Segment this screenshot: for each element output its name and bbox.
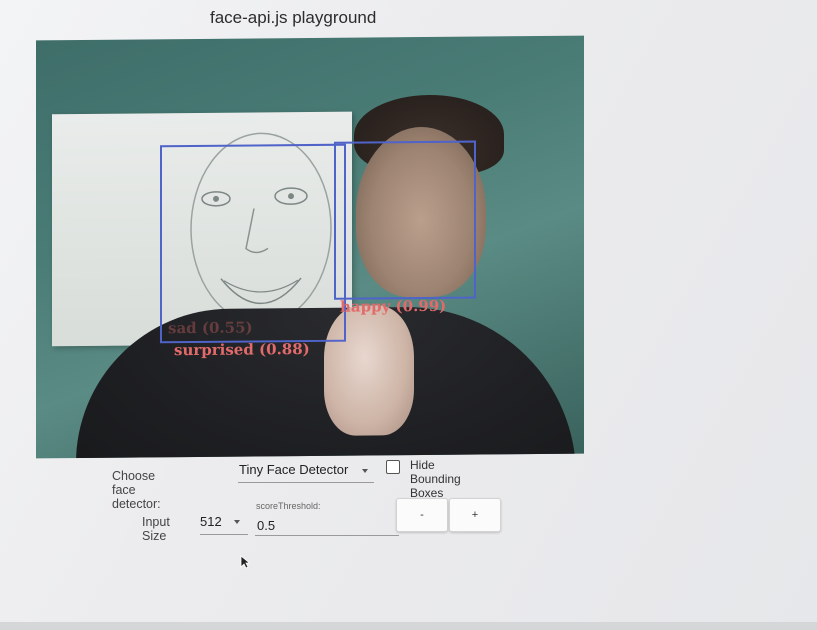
face-bounding-box (334, 140, 476, 300)
bottom-edge (0, 622, 817, 630)
face-detector-value: Tiny Face Detector (239, 462, 349, 477)
decrease-threshold-button[interactable]: - (396, 498, 448, 532)
score-threshold-input[interactable] (255, 515, 399, 536)
chevron-down-icon (234, 520, 240, 524)
expression-label: happy (0.99) (340, 296, 447, 316)
expression-label: sad (0.55) (168, 318, 253, 338)
webcam-video: sad (0.55) surprised (0.88) happy (0.99) (36, 35, 584, 459)
face-detector-label: Choose face detector: (112, 469, 161, 511)
input-size-select[interactable]: 512 (200, 512, 248, 535)
face-detector-select[interactable]: Tiny Face Detector (238, 460, 374, 483)
mouse-cursor-icon (240, 555, 250, 569)
page-title: face-api.js playground (210, 8, 377, 27)
increase-threshold-button[interactable]: + (449, 498, 501, 532)
input-size-value: 512 (200, 514, 222, 529)
hide-bounding-boxes-checkbox[interactable] (386, 460, 400, 474)
face-bounding-box (160, 143, 346, 344)
score-threshold-label: scoreThreshold: (256, 501, 321, 511)
input-size-label: Input Size (142, 515, 170, 543)
hide-bounding-boxes-label: Hide Bounding Boxes (410, 458, 461, 500)
chevron-down-icon (362, 469, 368, 473)
expression-label: surprised (0.88) (174, 340, 310, 360)
